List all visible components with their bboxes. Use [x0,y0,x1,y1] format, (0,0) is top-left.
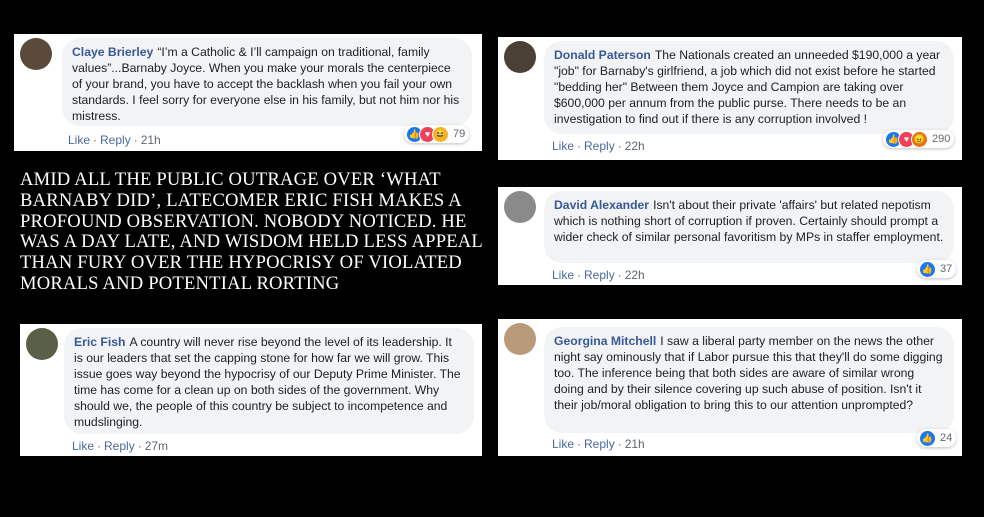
avatar[interactable] [504,41,536,73]
like-link[interactable]: Like [68,133,90,147]
commenter-name[interactable]: David Alexander [554,198,649,212]
reaction-summary[interactable]: 👍 37 [917,260,957,278]
commenter-name[interactable]: Donald Paterson [554,48,651,62]
reaction-count: 24 [940,432,953,444]
comment-card-eric: Eric Fish A country will never rise beyon… [20,324,482,456]
comment-card-donald: Donald Paterson The Nationals created an … [498,37,962,160]
reaction-count: 290 [932,133,951,145]
comment-actions: Like · Reply · 22h [552,268,645,282]
avatar[interactable] [504,191,536,223]
thumbs-up-icon: 👍 [919,429,936,447]
comment-actions: Like · Reply · 22h [552,139,645,153]
comment-bubble: Claye Brierley “I’m a Catholic & I’ll cam… [62,38,472,126]
reply-link[interactable]: Reply [584,437,615,451]
reply-link[interactable]: Reply [584,268,615,282]
timestamp[interactable]: 22h [625,268,645,282]
comment-text: A country will never rise beyond the lev… [74,335,461,429]
reaction-count: 79 [453,128,466,140]
reaction-summary[interactable]: 👍 ♥ 😆 79 [404,125,470,143]
comment-bubble: Eric Fish A country will never rise beyon… [64,328,474,434]
like-link[interactable]: Like [552,437,574,451]
comment-actions: Like · Reply · 27m [72,439,169,453]
reaction-summary[interactable]: 👍 24 [917,429,957,447]
comment-card-georgina: Georgina Mitchell I saw a liberal party m… [498,319,962,456]
timestamp[interactable]: 22h [625,139,645,153]
reply-link[interactable]: Reply [584,139,615,153]
reply-link[interactable]: Reply [104,439,135,453]
reaction-summary[interactable]: 👍 ♥ 😠 290 [883,130,955,148]
avatar[interactable] [504,323,536,355]
avatar[interactable] [20,38,52,70]
angry-face-icon: 😠 [911,130,928,148]
laughing-face-icon: 😆 [432,125,449,143]
avatar[interactable] [26,328,58,360]
commenter-name[interactable]: Georgina Mitchell [554,334,656,348]
timestamp[interactable]: 21h [625,437,645,451]
timestamp[interactable]: 27m [145,439,168,453]
reply-link[interactable]: Reply [100,133,131,147]
commenter-name[interactable]: Claye Brierley [72,45,153,59]
comment-bubble: Donald Paterson The Nationals created an … [544,41,954,134]
headline-text: AMID ALL THE PUBLIC OUTRAGE OVER ‘WHAT B… [20,169,483,294]
thumbs-up-icon: 👍 [919,260,936,278]
like-link[interactable]: Like [552,268,574,282]
comment-actions: Like · Reply · 21h [552,437,645,451]
comment-card-claye: Claye Brierley “I’m a Catholic & I’ll cam… [14,34,482,151]
comment-bubble: David Alexander Isn't about their private… [544,191,954,263]
commenter-name[interactable]: Eric Fish [74,335,125,349]
timestamp[interactable]: 21h [141,133,161,147]
like-link[interactable]: Like [552,139,574,153]
comment-bubble: Georgina Mitchell I saw a liberal party m… [544,327,954,433]
comment-card-david: David Alexander Isn't about their private… [498,187,962,285]
like-link[interactable]: Like [72,439,94,453]
comment-actions: Like · Reply · 21h [68,133,161,147]
reaction-count: 37 [940,263,953,275]
